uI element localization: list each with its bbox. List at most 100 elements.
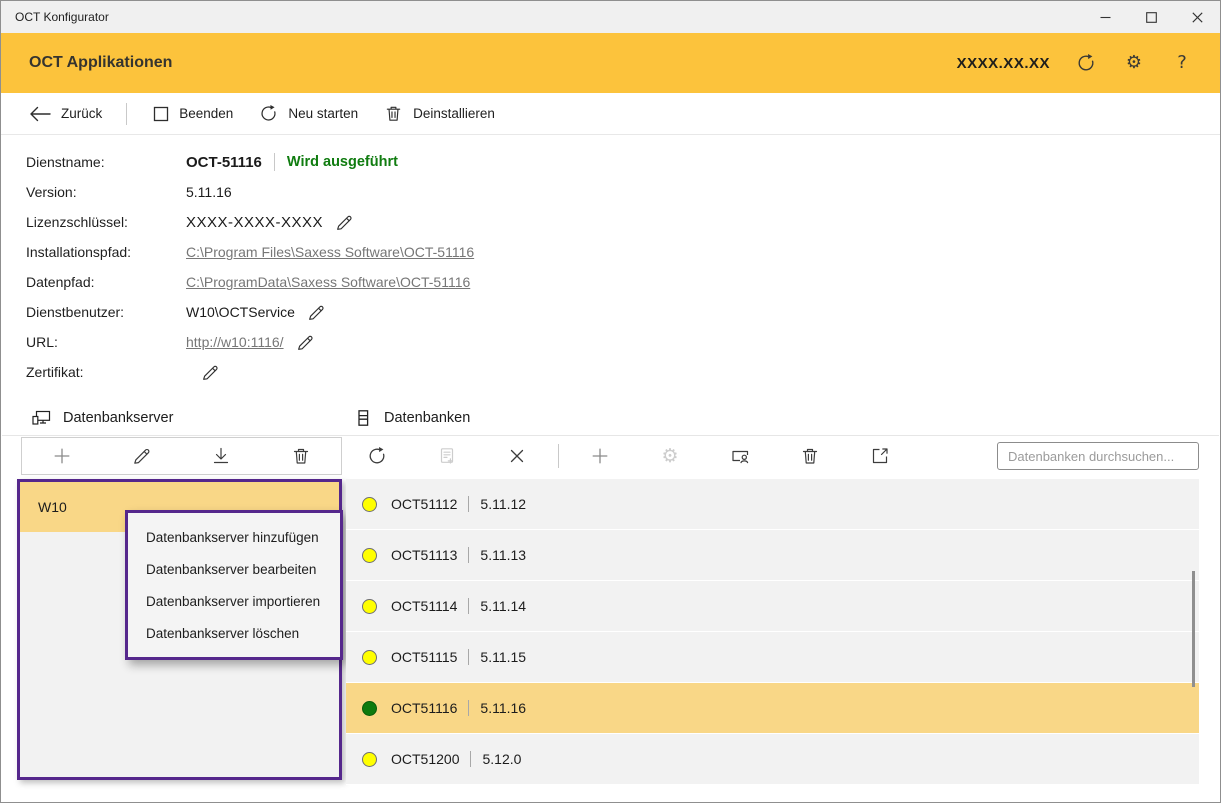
database-list-item-selected[interactable]: OCT51116 5.11.16 xyxy=(346,683,1199,733)
minimize-icon xyxy=(1100,12,1111,23)
menu-item-label: Datenbankserver importieren xyxy=(146,594,320,609)
install-path-link[interactable]: C:\Program Files\Saxess Software\OCT-511… xyxy=(186,244,474,260)
detail-row-dienstbenutzer: Dienstbenutzer: W10\OCTService xyxy=(1,297,1220,327)
database-name: OCT51115 xyxy=(391,649,457,665)
section-divider xyxy=(2,435,1219,436)
status-dot-yellow xyxy=(362,650,377,665)
menu-item-delete-server[interactable]: Datenbankserver löschen xyxy=(128,617,340,649)
database-list-item[interactable]: OCT51200 5.12.0 xyxy=(346,734,1199,784)
delete-database-button[interactable] xyxy=(795,441,825,471)
trash-icon xyxy=(800,446,820,466)
help-button[interactable]: ? xyxy=(1170,51,1194,75)
datenpfad-label: Datenpfad: xyxy=(26,274,186,290)
dienstbenutzer-label: Dienstbenutzer: xyxy=(26,304,186,320)
scrollbar-thumb[interactable] xyxy=(1192,571,1195,687)
database-list-item[interactable]: OCT51114 5.11.14 xyxy=(346,581,1199,631)
import-server-button[interactable] xyxy=(206,441,236,471)
settings-button[interactable]: ⚙ xyxy=(1122,51,1146,75)
title-bar: OCT Konfigurator xyxy=(1,1,1220,33)
pipe-divider xyxy=(468,649,469,665)
database-version: 5.11.12 xyxy=(480,496,526,512)
script-add-button[interactable] xyxy=(432,441,462,471)
refresh-button[interactable] xyxy=(1074,51,1098,75)
trash-icon xyxy=(384,104,403,123)
page-title: OCT Applikationen xyxy=(1,54,172,72)
edit-server-button[interactable] xyxy=(127,441,157,471)
edit-certificate-button[interactable] xyxy=(201,363,220,382)
detail-row-zertifikat: Zertifikat: xyxy=(1,357,1220,387)
database-name: OCT51113 xyxy=(391,547,457,563)
share-icon xyxy=(870,446,890,466)
rename-database-button[interactable] xyxy=(725,441,755,471)
app-window: OCT Konfigurator OCT Applikationen XXXX.… xyxy=(0,0,1221,803)
add-server-button[interactable] xyxy=(47,441,77,471)
database-list: OCT51112 5.11.12 OCT51113 5.11.13 OCT511… xyxy=(346,479,1199,785)
menu-item-add-server[interactable]: Datenbankserver hinzufügen xyxy=(128,521,340,553)
status-dot-yellow xyxy=(362,599,377,614)
menu-item-edit-server[interactable]: Datenbankserver bearbeiten xyxy=(128,553,340,585)
refresh-databases-button[interactable] xyxy=(362,441,392,471)
version-label: Version: xyxy=(26,184,186,200)
stop-label: Beenden xyxy=(179,106,233,121)
database-name: OCT51114 xyxy=(391,598,457,614)
database-icon xyxy=(353,408,373,428)
plus-icon xyxy=(52,446,72,466)
disconnect-database-button[interactable] xyxy=(502,441,532,471)
database-name: OCT51112 xyxy=(391,496,457,512)
status-dot-yellow xyxy=(362,548,377,563)
close-button[interactable] xyxy=(1174,1,1220,33)
license-key-value: XXXX-XXXX-XXXX xyxy=(186,214,323,231)
pencil-icon xyxy=(307,303,326,322)
back-button[interactable]: Zurück xyxy=(29,106,102,122)
edit-service-user-button[interactable] xyxy=(307,303,326,322)
menu-item-import-server[interactable]: Datenbankserver importieren xyxy=(128,585,340,617)
back-label: Zurück xyxy=(61,106,102,121)
server-panel-title: Datenbankserver xyxy=(63,410,173,426)
gear-icon: ⚙ xyxy=(1126,54,1142,72)
maximize-button[interactable] xyxy=(1128,1,1174,33)
database-name: OCT51200 xyxy=(391,751,459,767)
database-search-input[interactable] xyxy=(997,442,1199,470)
delete-server-button[interactable] xyxy=(286,441,316,471)
app-version: XXXX.XX.XX xyxy=(957,55,1050,72)
service-status: Wird ausgeführt xyxy=(287,154,398,170)
app-header: OCT Applikationen XXXX.XX.XX ⚙ ? xyxy=(1,33,1220,93)
restart-icon xyxy=(259,104,278,123)
database-list-item[interactable]: OCT51115 5.11.15 xyxy=(346,632,1199,682)
edit-url-button[interactable] xyxy=(296,333,315,352)
database-list-item[interactable]: OCT51113 5.11.13 xyxy=(346,530,1199,580)
edit-license-button[interactable] xyxy=(335,213,354,232)
service-name-value: OCT-51116 xyxy=(186,154,262,171)
window-controls xyxy=(1082,1,1220,33)
stop-service-button[interactable]: Beenden xyxy=(153,106,233,122)
export-database-button[interactable] xyxy=(865,441,895,471)
data-path-link[interactable]: C:\ProgramData\Saxess Software\OCT-51116 xyxy=(186,274,470,290)
document-plus-icon xyxy=(437,446,457,466)
lizenz-label: Lizenzschlüssel: xyxy=(26,214,186,230)
minimize-button[interactable] xyxy=(1082,1,1128,33)
status-dot-green xyxy=(362,701,377,716)
add-database-button[interactable] xyxy=(585,441,615,471)
database-toolbar: ⚙ xyxy=(346,437,1199,475)
database-version: 5.11.13 xyxy=(480,547,526,563)
database-name: OCT51116 xyxy=(391,700,457,716)
user-permissions-icon xyxy=(730,446,751,466)
action-bar: Zurück Beenden Neu starten Deinstalliere… xyxy=(1,93,1220,135)
status-divider xyxy=(274,153,275,171)
detail-row-url: URL: http://w10:1116/ xyxy=(1,327,1220,357)
database-list-item[interactable]: OCT51112 5.11.12 xyxy=(346,479,1199,529)
server-panel-header: Datenbankserver xyxy=(31,403,173,433)
service-url-link[interactable]: http://w10:1116/ xyxy=(186,334,284,350)
uninstall-button[interactable]: Deinstallieren xyxy=(384,104,495,123)
pencil-icon xyxy=(201,363,220,382)
stop-icon xyxy=(153,106,169,122)
toolbar-separator xyxy=(126,103,127,125)
restart-service-button[interactable]: Neu starten xyxy=(259,104,358,123)
pipe-divider xyxy=(470,751,471,767)
database-panel-title: Datenbanken xyxy=(384,410,470,426)
plus-icon xyxy=(590,446,610,466)
installationspfad-label: Installationspfad: xyxy=(26,244,186,260)
window-title: OCT Konfigurator xyxy=(1,10,109,24)
database-settings-button[interactable]: ⚙ xyxy=(655,441,685,471)
uninstall-label: Deinstallieren xyxy=(413,106,495,121)
